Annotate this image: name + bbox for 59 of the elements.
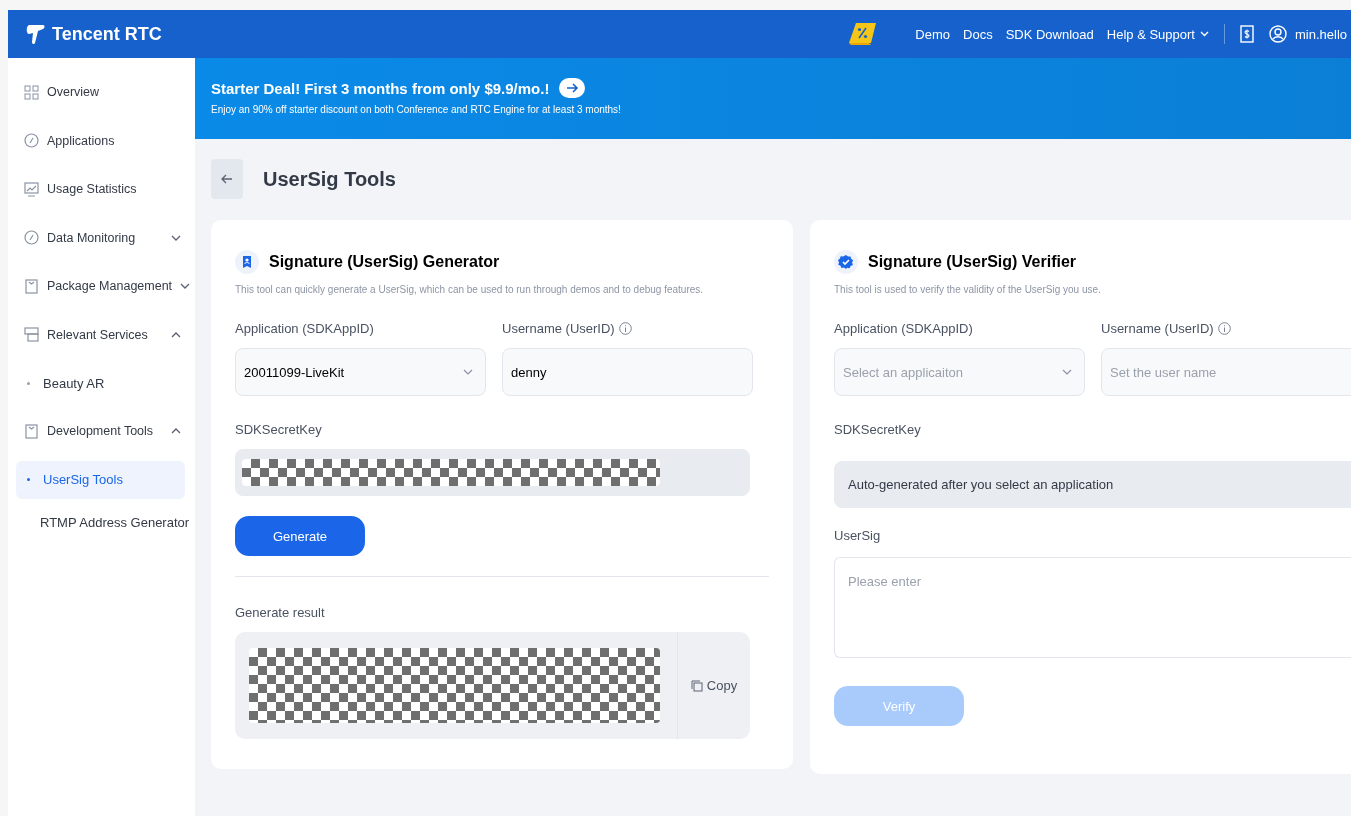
sidebar-item[interactable]: Data Monitoring [8, 213, 195, 262]
generate-button[interactable]: Generate [235, 516, 365, 556]
field-label: Generate result [235, 605, 326, 620]
sidebar-subitem[interactable]: UserSig Tools [16, 460, 185, 499]
chevron-down-icon [463, 369, 473, 375]
discount-scroll-icon[interactable] [848, 21, 879, 47]
bookmark-person-icon [235, 250, 259, 274]
sidebar-subitem[interactable]: Beauty AR [16, 364, 185, 402]
sidebar-item[interactable]: Applications [8, 116, 195, 165]
nav-link[interactable]: SDK Download [1005, 26, 1094, 42]
brand-name[interactable]: Tencent RTC [52, 23, 162, 45]
card-description: This tool is used to verify the validity of the UserSig you use. [834, 284, 1102, 295]
arrow-right-icon[interactable] [559, 78, 586, 98]
username-field[interactable]: denny [502, 348, 753, 396]
field-label: SDKSecretKey [834, 422, 922, 437]
card-title: Signature (UserSig) Generator [269, 253, 500, 271]
field-label: SDKSecretKey [235, 422, 323, 437]
usersig-field[interactable]: Please enter [834, 557, 1351, 658]
logo-icon [26, 23, 46, 45]
nav-link[interactable]: Demo [915, 26, 950, 42]
nav-link[interactable]: Help & Support [1106, 26, 1209, 42]
package-icon [24, 278, 39, 294]
banner-subtitle: Enjoy an 90% off starter discount on both Conference and RTC Engine for at least 3 months! [211, 104, 622, 115]
sidebar-item[interactable]: Development Tools [8, 407, 195, 456]
grid-icon [24, 84, 39, 100]
page-title: UserSig Tools [263, 167, 396, 191]
chevron-down-icon [1062, 369, 1072, 375]
info-icon[interactable] [1217, 322, 1231, 335]
secret-key-field: Auto-generated after you select an application [834, 461, 1351, 508]
username[interactable]: min.hello [1294, 26, 1347, 42]
field-label: UserSig [834, 528, 882, 543]
services-icon [24, 327, 39, 343]
copy-button[interactable]: Copy [677, 632, 750, 739]
gauge-icon [24, 230, 39, 246]
sidebar-item[interactable]: Usage Statistics [8, 165, 195, 214]
chart-icon [24, 181, 39, 197]
username-field[interactable]: Set the user name [1101, 348, 1351, 396]
billing-icon[interactable] [1239, 25, 1254, 43]
nav-link[interactable]: Docs [963, 26, 993, 42]
banner-title: Starter Deal! First 3 months from only $9.9/mo.! [211, 79, 550, 97]
sidebar-item[interactable]: Overview [8, 68, 195, 117]
back-arrow-icon [221, 174, 233, 184]
promo-banner[interactable]: Starter Deal! First 3 months from only $9.9/mo.! Enjoy an 90% off starter discount on both Conference and RTC Engine for at least 3 months! [195, 58, 1351, 139]
sidebar-item[interactable]: Package Management [8, 262, 195, 311]
copy-icon [690, 679, 703, 692]
caret-icon [1199, 31, 1209, 37]
field-label: Username (UserID) [1101, 321, 1214, 336]
card-title: Signature (UserSig) Verifier [868, 253, 1077, 271]
info-icon[interactable] [618, 322, 632, 335]
card-description: This tool can quickly generate a UserSig, which can be used to run through demos and to debug features. [235, 284, 705, 295]
user-icon[interactable] [1268, 25, 1287, 43]
verified-badge-icon [834, 250, 858, 274]
application-select[interactable]: 20011099-LiveKit [235, 348, 486, 396]
back-button[interactable] [211, 159, 243, 199]
field-label: Application (SDKAppID) [834, 321, 974, 336]
sidebar-item[interactable]: Relevant Services [8, 310, 195, 359]
compass-icon [24, 133, 39, 149]
field-label: Username (UserID) [502, 321, 615, 336]
field-label: Application (SDKAppID) [235, 321, 375, 336]
